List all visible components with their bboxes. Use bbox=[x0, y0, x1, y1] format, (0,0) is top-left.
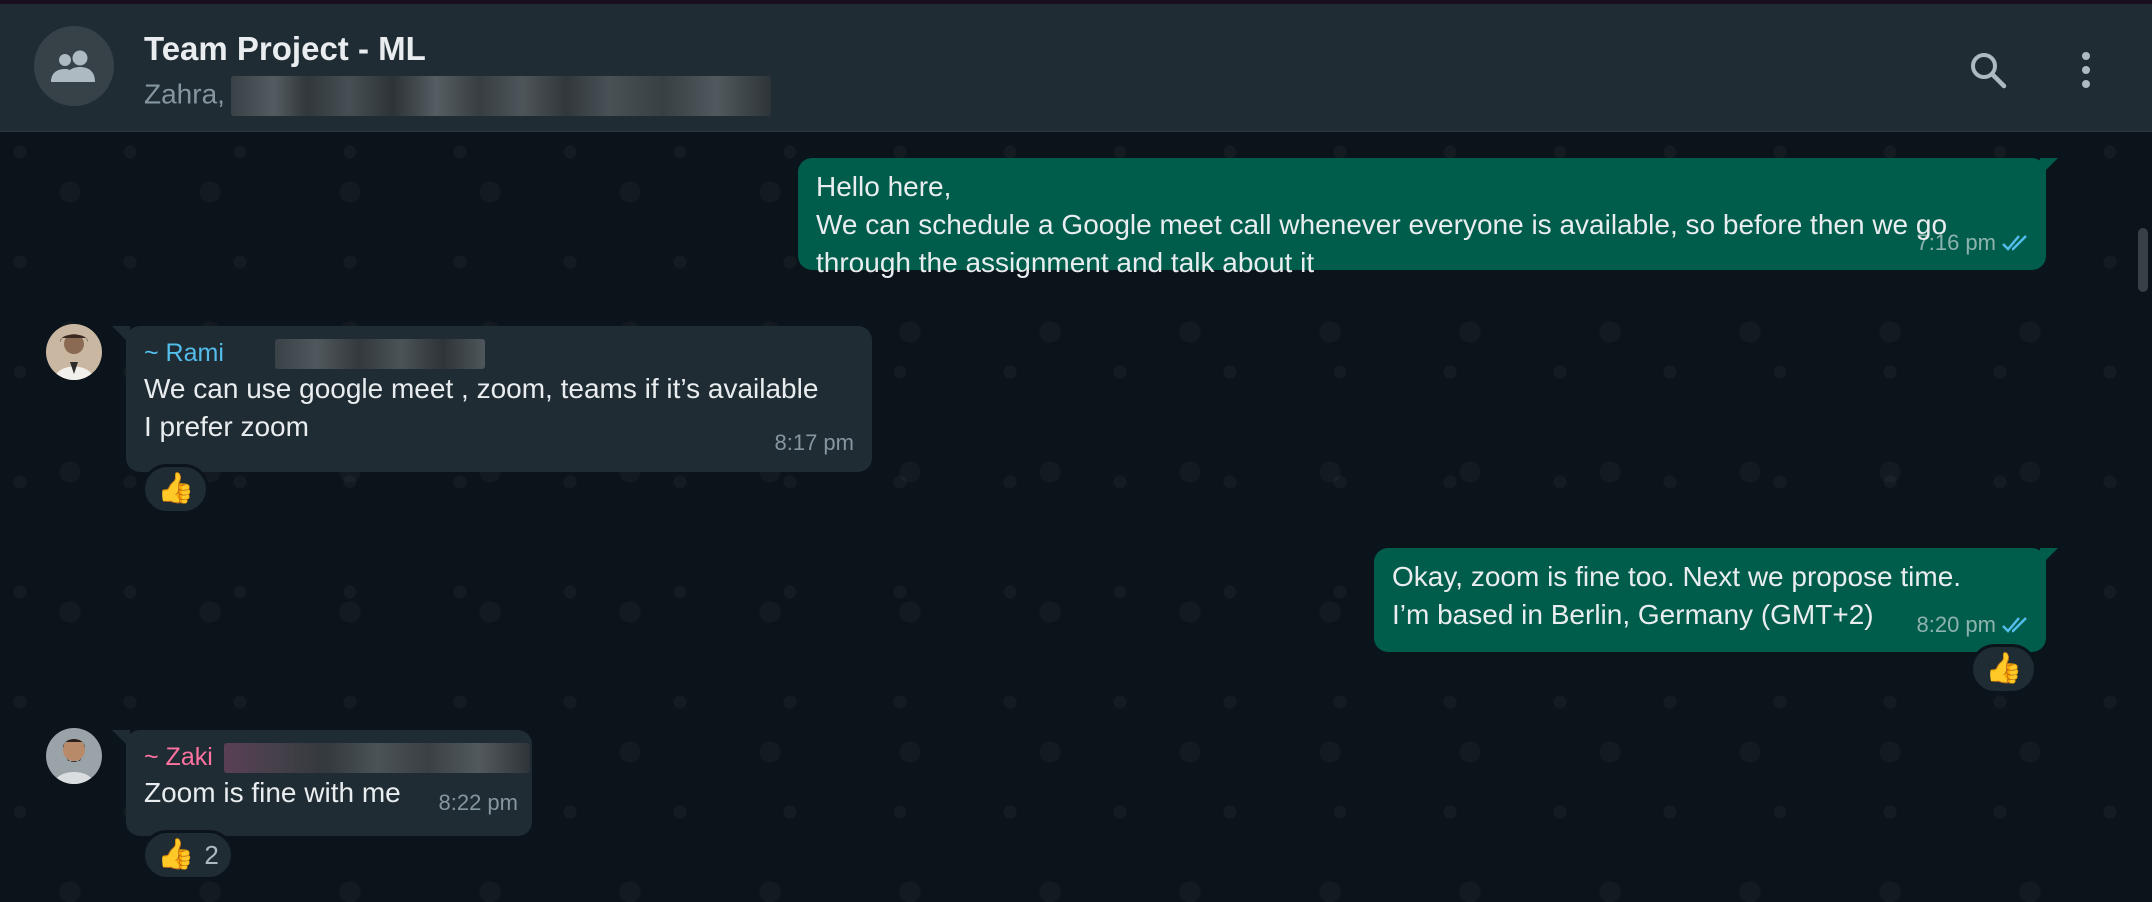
sender-name[interactable]: ~ Rami bbox=[144, 336, 854, 370]
read-receipt-icon bbox=[2002, 617, 2027, 633]
message-time: 8:22 pm bbox=[438, 790, 519, 815]
message-meta: 7:16 pm bbox=[1917, 224, 2033, 262]
message-meta: 8:17 pm bbox=[775, 424, 855, 462]
chat-header[interactable]: Team Project - ML Zahra, bbox=[0, 4, 2152, 132]
search-icon[interactable] bbox=[1966, 48, 2010, 92]
reaction-chip[interactable]: 👍 bbox=[1970, 644, 2038, 694]
message-time: 7:16 pm bbox=[1916, 230, 1997, 255]
message-bubble-incoming[interactable]: ~ Rami We can use google meet , zoom, te… bbox=[126, 326, 872, 472]
message-line: We can schedule a Google meet call whene… bbox=[816, 209, 1948, 240]
bubble-tail bbox=[2040, 548, 2058, 566]
message-line: We can use google meet , zoom, teams if … bbox=[144, 373, 819, 404]
reaction-chip[interactable]: 👍 bbox=[142, 464, 210, 514]
message-line: Okay, zoom is fine too. Next we propose … bbox=[1392, 561, 1962, 592]
bubble-tail bbox=[112, 730, 130, 748]
reaction-count: 2 bbox=[204, 839, 219, 870]
message-meta: 8:22 pm bbox=[439, 784, 519, 822]
redacted-phone bbox=[223, 743, 530, 774]
sender-label: ~ Zaki bbox=[144, 743, 213, 771]
message-time: 8:17 pm bbox=[774, 430, 855, 455]
reaction-chip[interactable]: 👍 2 bbox=[142, 830, 234, 880]
message-bubble-outgoing[interactable]: Hello here, We can schedule a Google mee… bbox=[798, 158, 2046, 278]
chat-title[interactable]: Team Project - ML bbox=[144, 30, 426, 68]
redacted-phone bbox=[274, 339, 485, 370]
scrollbar-thumb[interactable] bbox=[2138, 228, 2148, 292]
redacted-participants bbox=[230, 76, 771, 116]
message-time: 8:20 pm bbox=[1916, 612, 1997, 637]
sender-name[interactable]: ~ Zaki bbox=[144, 740, 530, 774]
avatar-rami[interactable] bbox=[46, 324, 102, 380]
message-bubble-incoming[interactable]: ~ Zaki Zoom is fine with me 8:22 pm bbox=[126, 730, 532, 836]
thumbs-up-icon: 👍 bbox=[157, 472, 195, 505]
read-receipt-icon bbox=[2002, 235, 2027, 251]
message-list[interactable]: Hello here, We can schedule a Google mee… bbox=[0, 132, 2152, 902]
thumbs-up-icon: 👍 bbox=[157, 838, 195, 871]
bubble-tail bbox=[2040, 158, 2058, 176]
more-vertical-icon[interactable] bbox=[2064, 48, 2108, 92]
avatar-zaki[interactable] bbox=[46, 728, 102, 784]
message-line: I prefer zoom bbox=[144, 411, 309, 442]
message-bubble-outgoing[interactable]: Okay, zoom is fine too. Next we propose … bbox=[1374, 548, 2046, 652]
group-avatar-icon[interactable] bbox=[34, 26, 114, 106]
message-line: through the assignment and talk about it bbox=[816, 247, 1315, 278]
chat-participants[interactable]: Zahra, bbox=[144, 76, 771, 116]
message-line: Hello here, bbox=[816, 171, 952, 202]
bubble-tail bbox=[112, 326, 130, 344]
sender-label: ~ Rami bbox=[144, 339, 224, 367]
thumbs-up-icon: 👍 bbox=[1985, 652, 2023, 685]
participants-text: Zahra, bbox=[144, 78, 225, 110]
message-meta: 8:20 pm bbox=[1917, 606, 2033, 644]
